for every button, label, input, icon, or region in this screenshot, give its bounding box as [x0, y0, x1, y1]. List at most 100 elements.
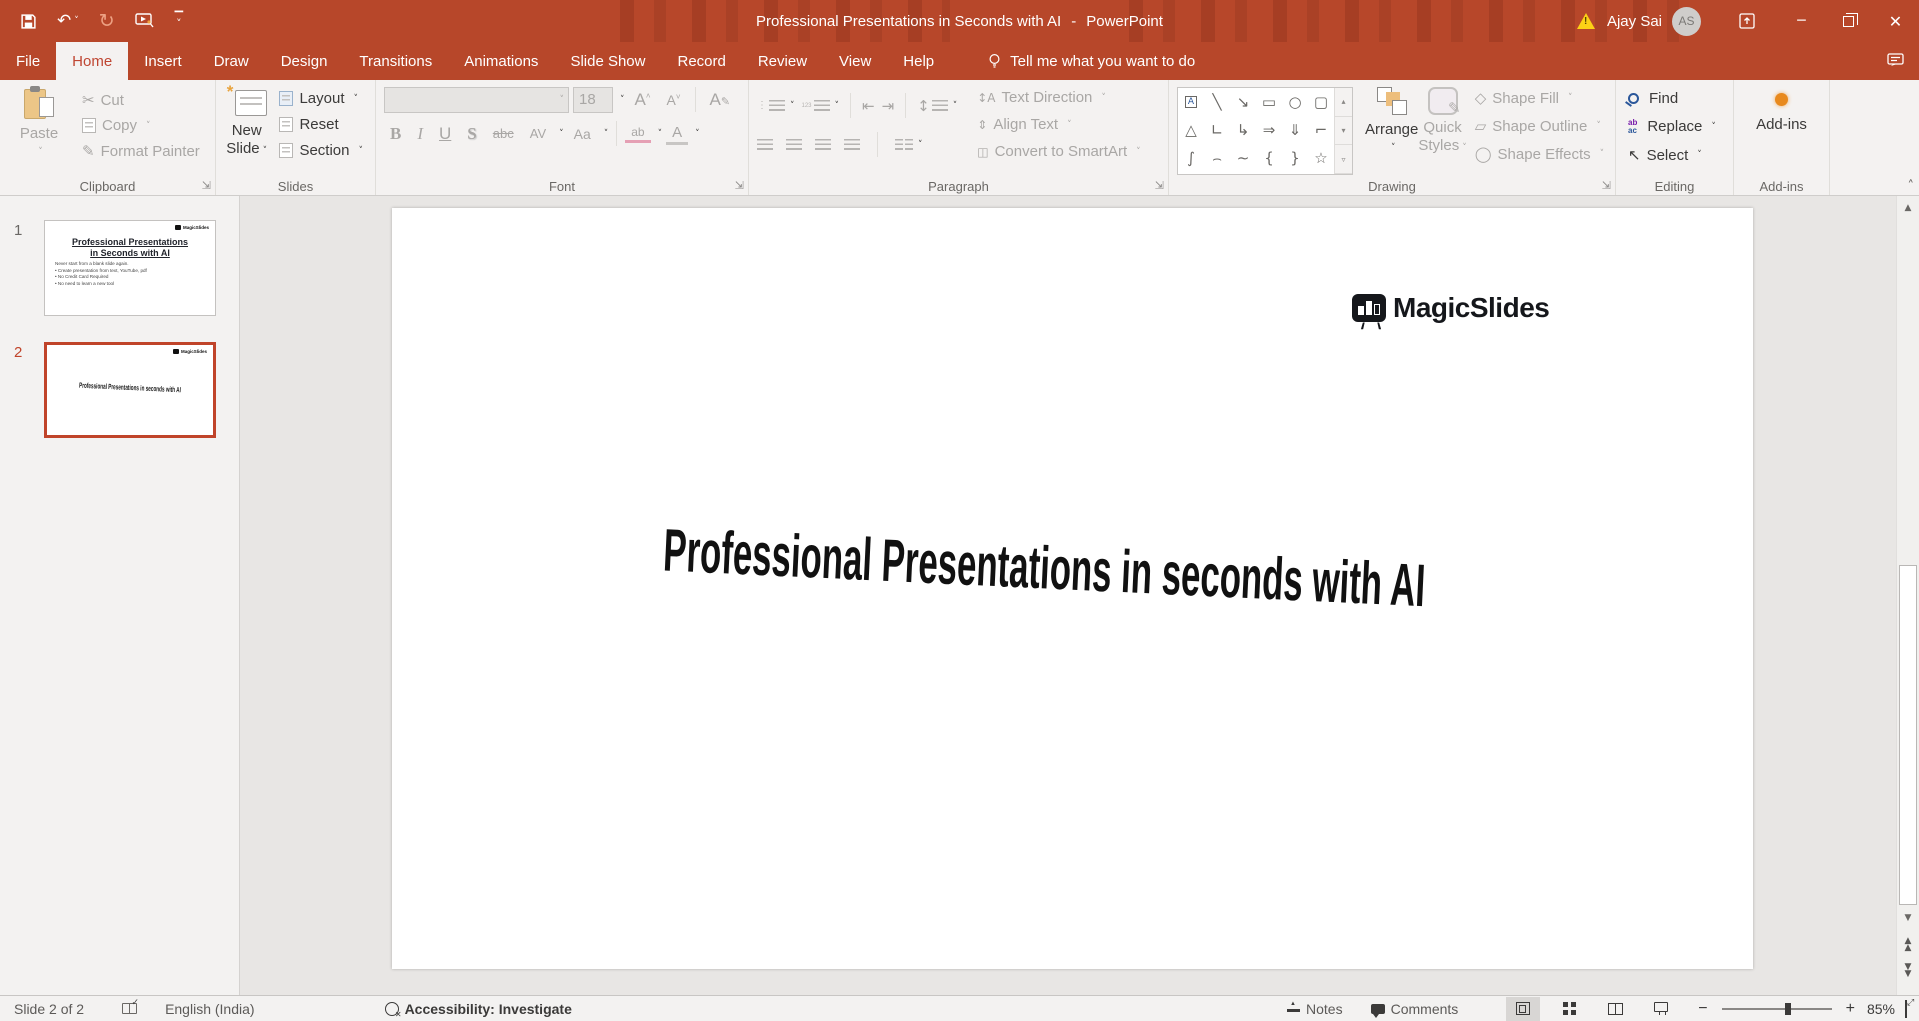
shape-rectangle[interactable]: ▭	[1256, 88, 1282, 116]
next-slide-button[interactable]: ▼▼	[1899, 964, 1917, 978]
shape-line[interactable]: ╲	[1204, 88, 1230, 116]
undo-chevron-icon[interactable]: ˅	[74, 16, 79, 26]
zoom-in-button[interactable]: +	[1840, 1000, 1861, 1018]
fit-slide-button[interactable]	[1905, 1001, 1907, 1017]
vertical-scrollbar[interactable]: ▲ ▼ ▲▲ ▼▼	[1896, 196, 1919, 995]
shape-triangle[interactable]: △	[1178, 116, 1204, 144]
text-shadow-button[interactable]: S	[461, 123, 482, 145]
thumbnail-item-1[interactable]: 1 MagicSlides Professional Presentations…	[0, 220, 239, 330]
zoom-out-button[interactable]: −	[1692, 1000, 1713, 1018]
shape-curve[interactable]: ∼	[1230, 144, 1256, 172]
align-right-icon[interactable]	[815, 139, 831, 151]
text-direction-button[interactable]: ↕AText Direction˅	[973, 87, 1144, 108]
comments-button[interactable]: Comments	[1371, 1001, 1459, 1017]
minimize-button[interactable]: ─	[1778, 0, 1825, 42]
zoom-level[interactable]: 85%	[1867, 1001, 1895, 1017]
replace-button[interactable]: abacReplace˅	[1624, 116, 1720, 137]
shape-oval[interactable]: ○	[1282, 88, 1308, 116]
align-left-icon[interactable]	[757, 139, 773, 151]
tab-view[interactable]: View	[823, 42, 887, 80]
tab-animations[interactable]: Animations	[448, 42, 554, 80]
select-button[interactable]: ↖Select˅	[1624, 144, 1720, 166]
tab-insert[interactable]: Insert	[128, 42, 198, 80]
format-painter-button[interactable]: ✎Format Painter	[78, 140, 204, 162]
tab-transitions[interactable]: Transitions	[343, 42, 448, 80]
shape-arc[interactable]: ⌢	[1204, 144, 1230, 172]
font-size-combobox[interactable]: 18	[573, 87, 613, 113]
strikethrough-button[interactable]: abc	[487, 125, 520, 142]
shape-freeform[interactable]: ⌐	[1308, 116, 1334, 144]
layout-button[interactable]: Layout˅	[275, 88, 367, 109]
tab-home[interactable]: Home	[56, 42, 128, 80]
tab-design[interactable]: Design	[265, 42, 344, 80]
underline-button[interactable]: U	[433, 123, 457, 145]
cut-button[interactable]: ✂Cut	[78, 89, 204, 111]
scroll-down-icon[interactable]: ▼	[1899, 910, 1917, 926]
gallery-scroll-down-icon[interactable]: ▾	[1335, 117, 1352, 146]
convert-smartart-button[interactable]: ◫Convert to SmartArt˅	[973, 141, 1144, 162]
highlight-color-button[interactable]: ab	[625, 124, 650, 143]
section-button[interactable]: Section˅	[275, 140, 367, 161]
customize-qat-icon[interactable]: ▔˅	[175, 16, 183, 26]
columns-button[interactable]: ˅	[895, 139, 923, 151]
copy-button[interactable]: Copy˅	[78, 115, 204, 136]
restore-button[interactable]	[1825, 0, 1872, 42]
clipboard-dialog-launcher-icon[interactable]: ⇲	[202, 179, 211, 192]
align-center-icon[interactable]	[786, 139, 802, 151]
shape-left-brace[interactable]: {	[1256, 144, 1282, 172]
normal-view-button[interactable]	[1506, 997, 1540, 1021]
arrange-button[interactable]: Arrange ˅	[1365, 85, 1418, 157]
font-name-combobox[interactable]: ˅	[384, 87, 569, 113]
warning-icon[interactable]: !	[1577, 13, 1595, 29]
change-case-button[interactable]: Aa	[568, 125, 597, 143]
previous-slide-button[interactable]: ▲▲	[1899, 938, 1917, 952]
numbering-button[interactable]: 123˅	[802, 100, 840, 112]
font-dialog-launcher-icon[interactable]: ⇲	[735, 179, 744, 192]
tell-me-box[interactable]: Tell me what you want to do	[972, 42, 1211, 80]
slide-sorter-view-button[interactable]	[1552, 997, 1586, 1021]
character-spacing-button[interactable]: AV	[524, 125, 552, 142]
start-slideshow-icon[interactable]	[135, 13, 155, 29]
bullets-button[interactable]: ⋮˅	[757, 100, 795, 112]
new-slide-button[interactable]: * New Slide˅	[224, 85, 269, 160]
zoom-slider-handle[interactable]	[1785, 1003, 1791, 1015]
thumbnail-item-2[interactable]: 2 MagicSlides Professional Presentations…	[0, 342, 239, 452]
scroll-up-icon[interactable]: ▲	[1899, 200, 1917, 216]
clear-formatting-button[interactable]: A✎	[704, 89, 737, 111]
italic-button[interactable]: I	[411, 123, 429, 145]
tab-review[interactable]: Review	[742, 42, 823, 80]
gallery-scroll-up-icon[interactable]: ▴	[1335, 88, 1352, 117]
save-icon[interactable]	[20, 13, 37, 30]
shape-fill-button[interactable]: ◇Shape Fill˅	[1471, 87, 1608, 109]
language-indicator[interactable]: English (India)	[165, 1001, 255, 1017]
slide-indicator[interactable]: Slide 2 of 2	[14, 1001, 84, 1017]
shape-scribble[interactable]: ∫	[1178, 144, 1204, 172]
shape-textbox[interactable]: A	[1178, 88, 1204, 116]
tab-record[interactable]: Record	[661, 42, 741, 80]
accessibility-status[interactable]: Accessibility: Investigate	[385, 1001, 572, 1017]
close-button[interactable]: ✕	[1872, 0, 1919, 42]
shape-effects-button[interactable]: ◯Shape Effects˅	[1471, 143, 1608, 165]
line-spacing-button[interactable]: ↕˅	[917, 97, 957, 115]
paste-button[interactable]: Paste ˅	[8, 85, 70, 161]
avatar[interactable]: AS	[1672, 7, 1701, 36]
reset-button[interactable]: Reset	[275, 114, 367, 135]
collapse-ribbon-icon[interactable]: ˄	[1908, 179, 1915, 194]
shape-elbow-connector[interactable]: ∟	[1204, 116, 1230, 144]
comments-note-icon[interactable]	[1887, 53, 1905, 69]
align-text-button[interactable]: ⇕Align Text˅	[973, 114, 1144, 135]
slide-canvas[interactable]: MagicSlides Professional Presentations i…	[392, 208, 1753, 969]
find-button[interactable]: Find	[1624, 88, 1720, 109]
increase-indent-icon[interactable]: ⇥	[882, 97, 895, 115]
spellcheck-icon[interactable]	[122, 1003, 137, 1014]
slide-title-text[interactable]: Professional Presentations in seconds wi…	[662, 515, 1413, 619]
shape-down-arrow[interactable]: ⇓	[1282, 116, 1308, 144]
undo-button[interactable]: ↶˅	[57, 11, 79, 31]
addins-button[interactable]: Add-ins	[1742, 85, 1821, 134]
shrink-font-button[interactable]: A˅	[661, 91, 687, 109]
tab-help[interactable]: Help	[887, 42, 950, 80]
tab-draw[interactable]: Draw	[198, 42, 265, 80]
shape-star[interactable]: ☆	[1308, 144, 1334, 172]
magicslides-logo[interactable]: MagicSlides	[1352, 292, 1549, 324]
shape-right-arrow[interactable]: ⇒	[1256, 116, 1282, 144]
